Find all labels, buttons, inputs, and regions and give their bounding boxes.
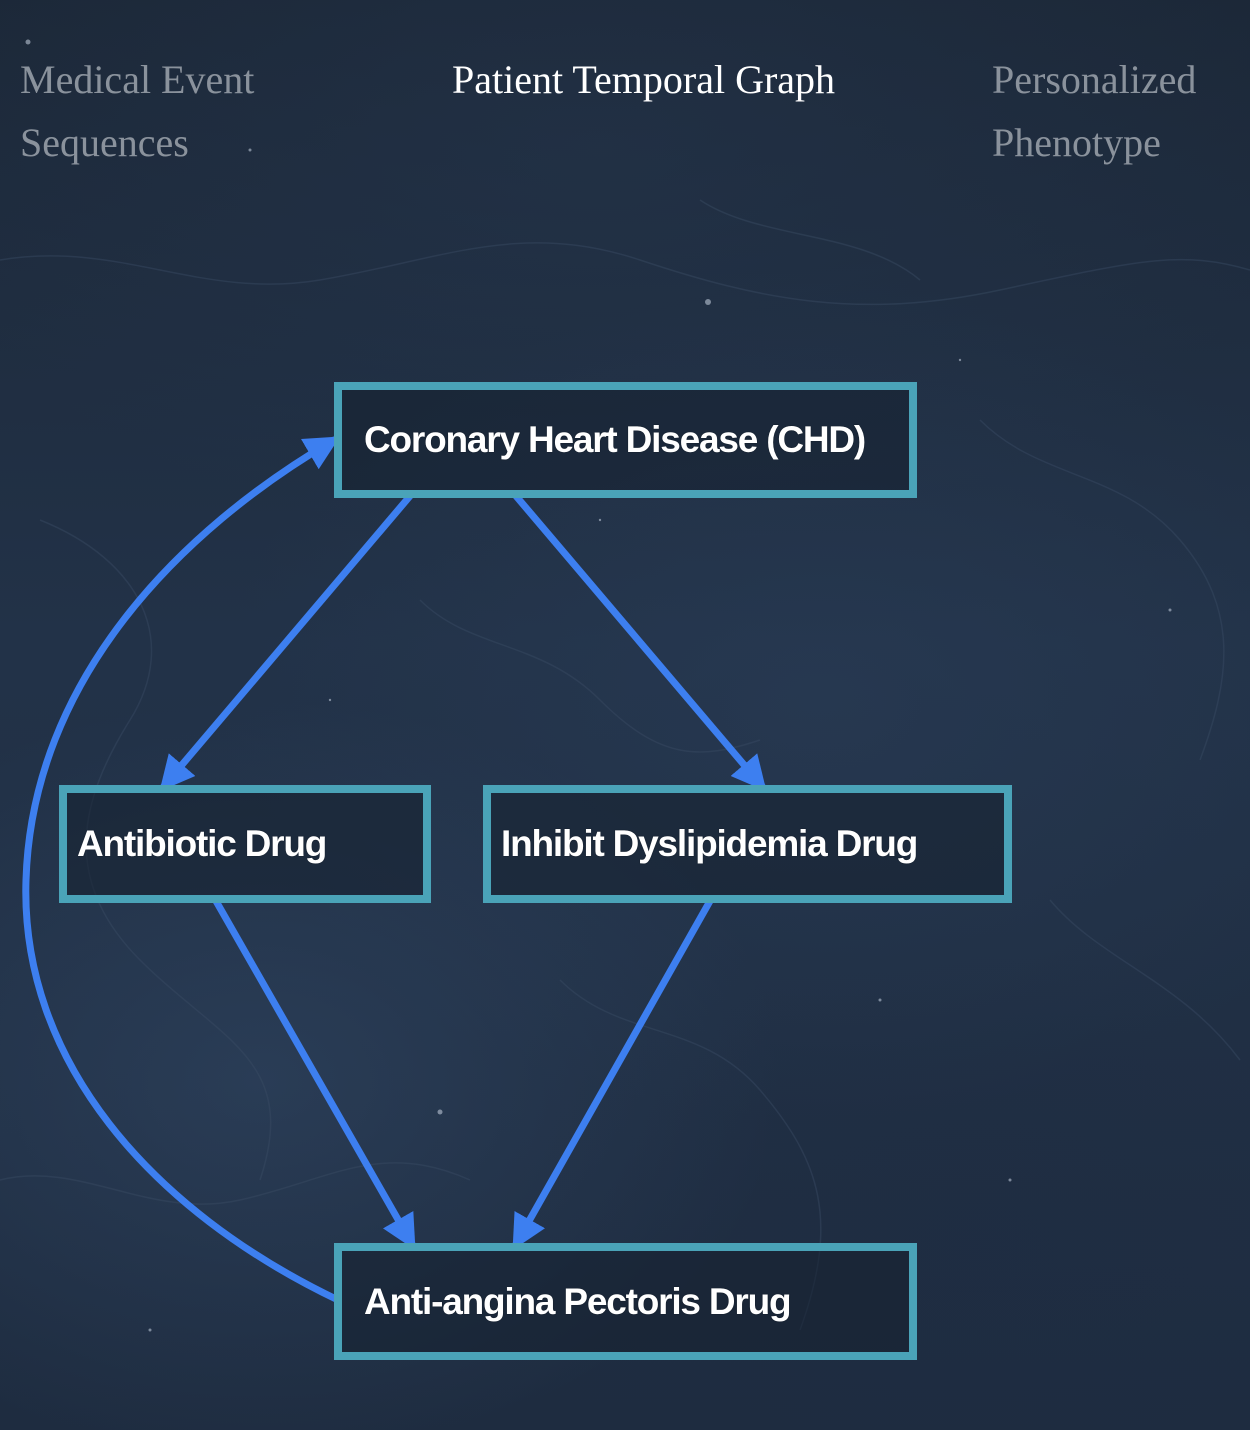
node-coronary-heart-disease[interactable]: Coronary Heart Disease (CHD) [334,382,917,498]
node-antibiotic-drug[interactable]: Antibiotic Drug [59,785,431,903]
edge-antibiotic-to-angina [212,897,416,1251]
edge-dyslipidemia-to-angina [512,897,714,1251]
node-anti-angina-pectoris-drug[interactable]: Anti-angina Pectoris Drug [334,1243,917,1360]
graph-edges [22,436,767,1304]
patient-temporal-graph: Coronary Heart Disease (CHD) Antibiotic … [0,0,1250,1430]
node-inhibit-dyslipidemia-drug[interactable]: Inhibit Dyslipidemia Drug [483,785,1012,903]
node-label: Coronary Heart Disease (CHD) [364,419,866,460]
node-label: Inhibit Dyslipidemia Drug [501,823,918,864]
node-label: Anti-angina Pectoris Drug [364,1280,792,1322]
node-label: Antibiotic Drug [77,823,327,864]
edge-chd-to-dyslipidemia [512,492,767,792]
